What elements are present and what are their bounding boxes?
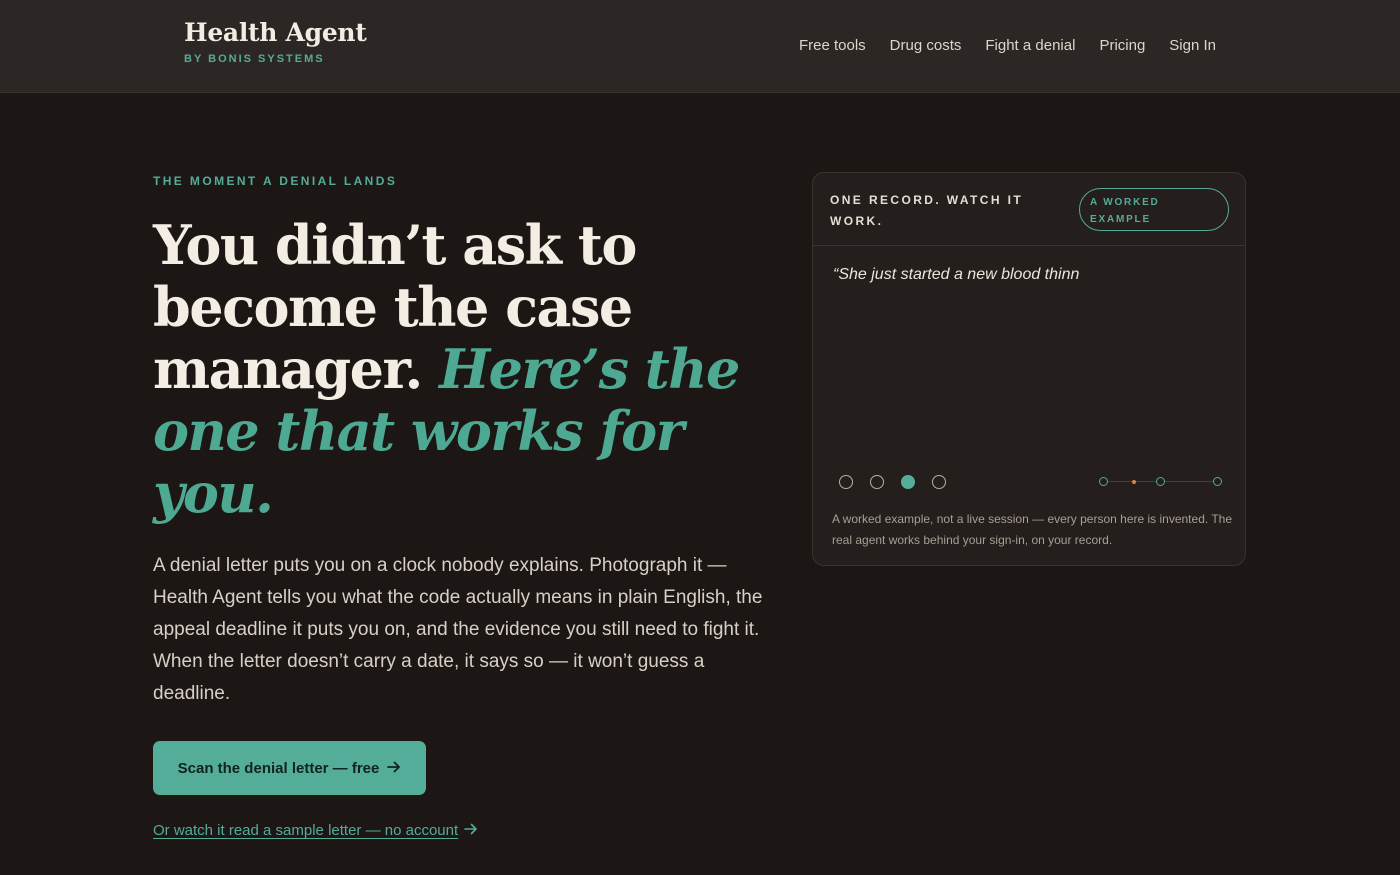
hero-headline: You didn’t ask to become the case manage… bbox=[153, 214, 783, 524]
scan-denial-letter-button[interactable]: Scan the denial letter — free bbox=[153, 741, 426, 795]
progress-timeline bbox=[1099, 477, 1225, 487]
slide-dot-3[interactable] bbox=[901, 475, 915, 489]
example-quote: “She just started a new blood thinn bbox=[833, 266, 1080, 283]
brand-name: Health Agent bbox=[184, 18, 367, 47]
hero-lede: A denial letter puts you on a clock nobo… bbox=[153, 555, 763, 704]
watch-sample-letter-link[interactable]: Or watch it read a sample letter — no ac… bbox=[153, 822, 478, 839]
nav-drug-costs[interactable]: Drug costs bbox=[890, 37, 962, 54]
card-disclaimer: A worked example, not a live session — e… bbox=[832, 512, 1232, 547]
nav-free-tools[interactable]: Free tools bbox=[799, 37, 866, 54]
nav-fight-a-denial[interactable]: Fight a denial bbox=[985, 37, 1075, 54]
slide-dot-1[interactable] bbox=[839, 475, 853, 489]
hero-eyebrow: THE MOMENT A DENIAL LANDS bbox=[153, 174, 398, 188]
slide-indicators bbox=[839, 475, 946, 489]
slide-dot-2[interactable] bbox=[870, 475, 884, 489]
cta-label: Scan the denial letter — free bbox=[177, 759, 380, 777]
brand[interactable]: Health Agent BY BONIS SYSTEMS bbox=[184, 18, 367, 65]
arrow-right-icon bbox=[387, 760, 401, 777]
timeline-node bbox=[1213, 477, 1222, 486]
worked-example-badge: A WORKED EXAMPLE bbox=[1079, 188, 1229, 231]
brand-subtitle: BY BONIS SYSTEMS bbox=[184, 53, 325, 65]
timeline-node bbox=[1156, 477, 1165, 486]
arrow-right-icon bbox=[464, 822, 478, 839]
timeline-current-marker bbox=[1132, 480, 1136, 484]
timeline-node bbox=[1099, 477, 1108, 486]
card-header: ONE RECORD. WATCH IT WORK. A WORKED EXAM… bbox=[813, 173, 1245, 246]
sample-link-label: Or watch it read a sample letter — no ac… bbox=[153, 822, 459, 839]
slide-dot-4[interactable] bbox=[932, 475, 946, 489]
worked-example-card: ONE RECORD. WATCH IT WORK. A WORKED EXAM… bbox=[812, 172, 1246, 566]
card-title: ONE RECORD. WATCH IT WORK. bbox=[830, 193, 1024, 228]
top-navigation-bar: Health Agent BY BONIS SYSTEMS Free tools… bbox=[0, 0, 1400, 93]
main-nav: Free tools Drug costs Fight a denial Pri… bbox=[799, 37, 1216, 54]
nav-sign-in[interactable]: Sign In bbox=[1169, 37, 1216, 54]
nav-pricing[interactable]: Pricing bbox=[1099, 37, 1145, 54]
